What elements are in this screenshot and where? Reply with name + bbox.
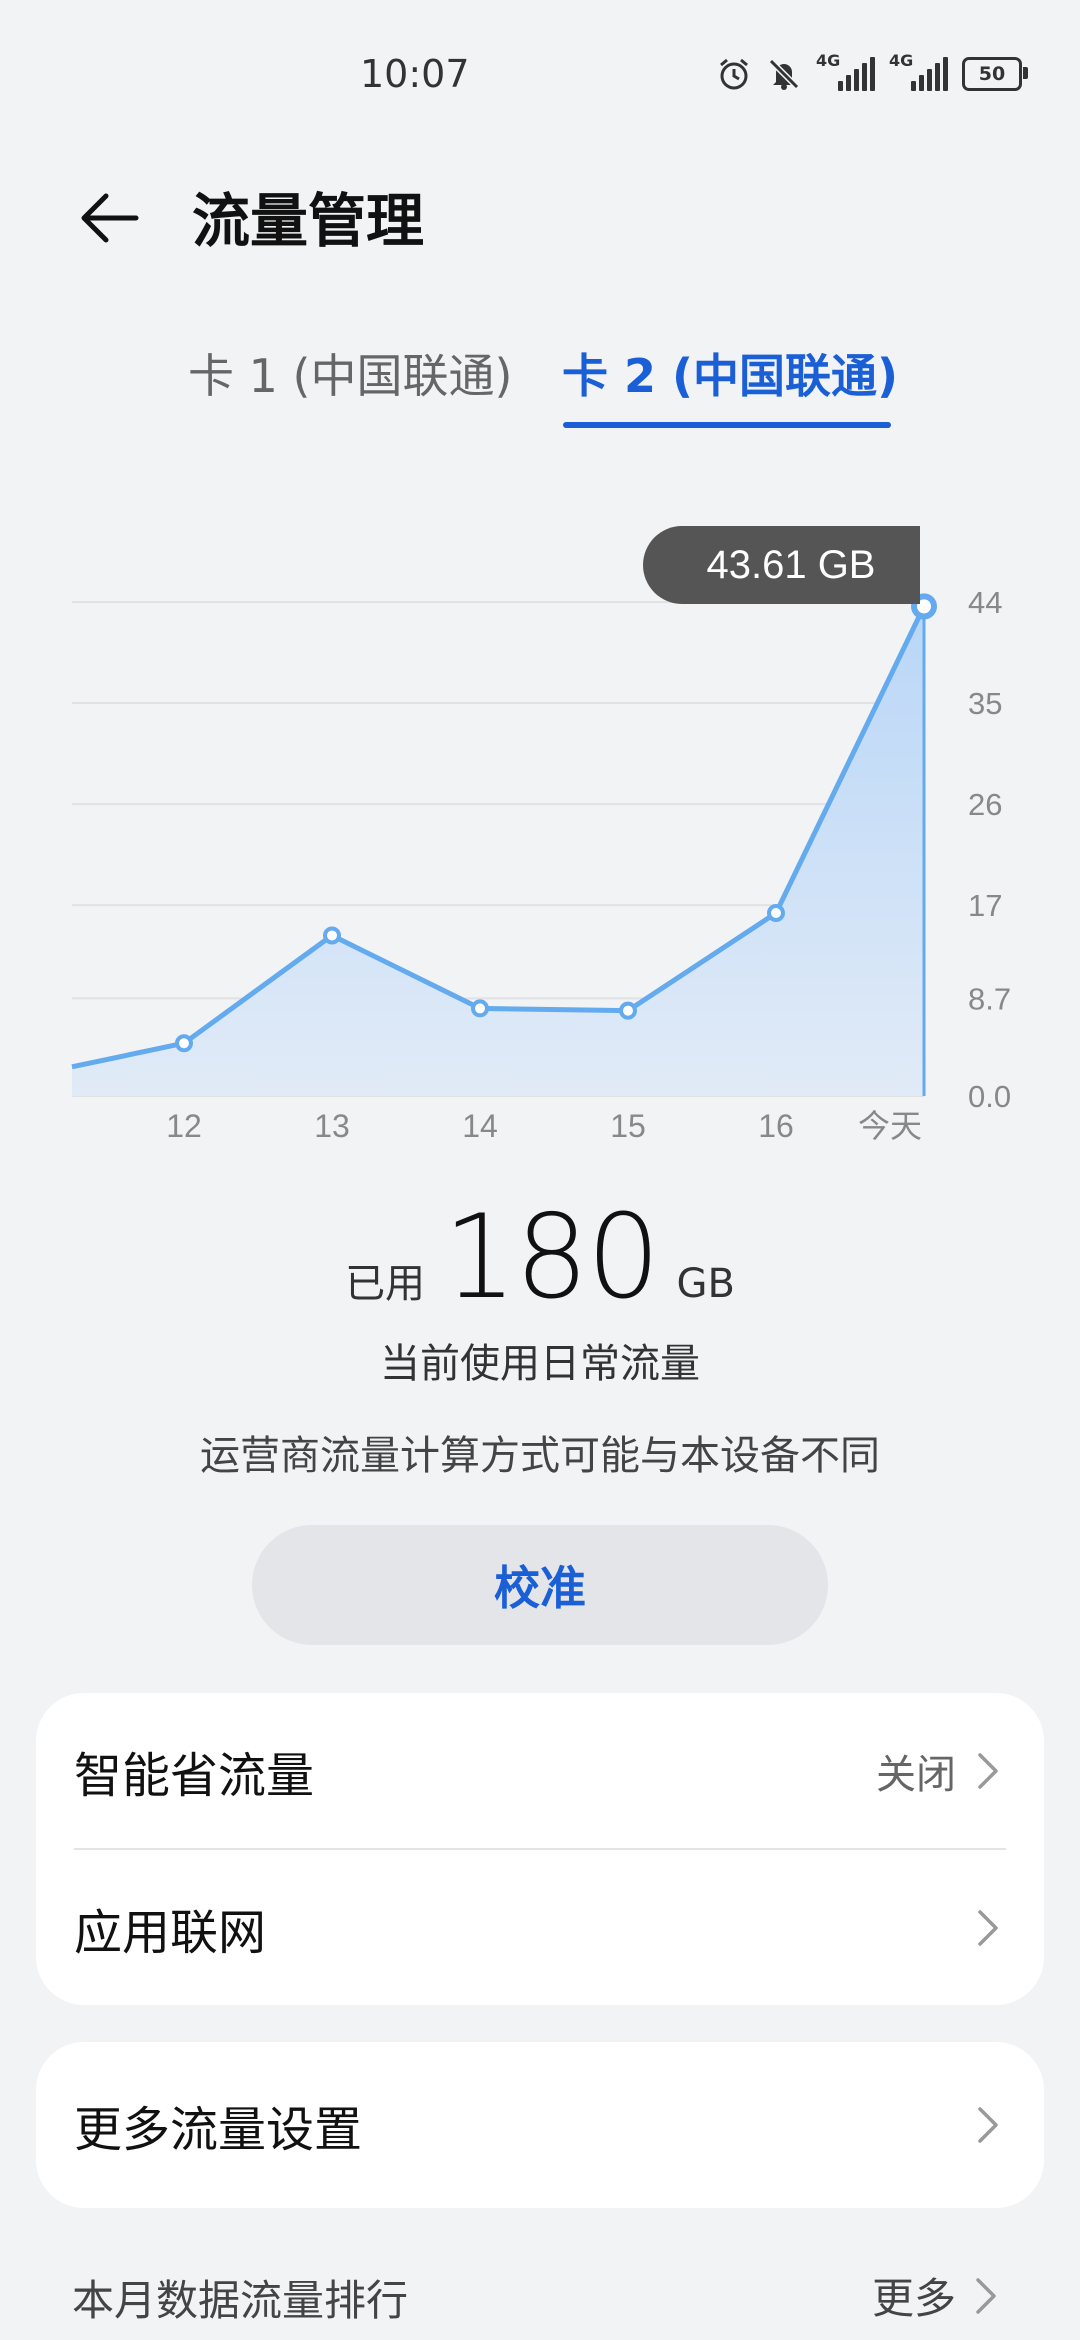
active-tab-indicator: [563, 422, 891, 428]
sim-tabs: 卡 1 (中国联通) 卡 2 (中国联通): [0, 340, 1080, 440]
page-title: 流量管理: [192, 187, 425, 255]
network-type: 4G: [889, 51, 914, 70]
alarm-icon: [720, 58, 748, 90]
y-tick-label: 44: [968, 585, 1002, 620]
smart-saver-row[interactable]: 智能省流量 关闭: [36, 1693, 1044, 1848]
data-point: [619, 1001, 637, 1020]
ranking-more-button[interactable]: 更多: [872, 2265, 1002, 2326]
signal-4g-icon: 4G: [889, 51, 948, 91]
network-type: 4G: [816, 51, 841, 70]
settings-card: 智能省流量 关闭 应用联网: [36, 1693, 1044, 2005]
chevron-right-icon: [976, 2277, 996, 2314]
smart-saver-value: 关闭: [876, 1751, 956, 1798]
app-network-row[interactable]: 应用联网: [36, 1850, 1044, 2005]
signal-4g-icon: 4G: [816, 51, 875, 91]
status-icons: 4G 4G 50: [716, 51, 1028, 92]
data-point: [323, 926, 341, 945]
usage-note: 运营商流量计算方式可能与本设备不同: [200, 1433, 880, 1479]
y-tick-label: 35: [968, 686, 1002, 721]
y-tick-label: 26: [968, 787, 1002, 822]
data-point: [767, 903, 785, 922]
usage-summary: 已用 180 GB 当前使用日常流量 运营商流量计算方式可能与本设备不同: [0, 1190, 1080, 1481]
x-tick-label: 12: [166, 1108, 202, 1144]
x-tick-label: 15: [610, 1108, 646, 1144]
y-tick-label: 0.0: [968, 1079, 1011, 1114]
usage-label: 已用: [345, 1261, 426, 1307]
app-network-label: 应用联网: [74, 1904, 267, 1961]
chevron-right-icon: [978, 1752, 998, 1789]
data-point: [175, 1034, 193, 1053]
status-time: 10:07: [360, 52, 470, 96]
calibrate-button[interactable]: 校准: [252, 1525, 828, 1645]
more-settings-row[interactable]: 更多流量设置: [36, 2042, 1044, 2208]
y-tick-label: 8.7: [968, 981, 1011, 1016]
ranking-more-label: 更多: [871, 2274, 956, 2323]
x-tick-label: 14: [462, 1108, 498, 1144]
area-fill: [72, 606, 924, 1096]
y-tick-label: 17: [968, 888, 1002, 923]
header: 流量管理: [0, 150, 1080, 280]
tab-sim-1[interactable]: 卡 1 (中国联通): [188, 340, 512, 406]
smart-saver-label: 智能省流量: [74, 1747, 315, 1804]
data-point: [471, 999, 489, 1018]
value-tooltip-label: 43.61 GB: [706, 543, 875, 587]
status-bar: 10:07 4G 4G 50: [0, 0, 1080, 150]
ranking-header: 本月数据流量排行 更多: [0, 2255, 1080, 2335]
mute-icon: [768, 58, 800, 90]
back-button[interactable]: [70, 178, 150, 258]
tab-sim-2[interactable]: 卡 2 (中国联通): [562, 340, 898, 406]
usage-chart: 44 35 26 17 8.7 0.0 12 13 14 15 16 今天 43.61 GB: [0, 490, 1080, 1170]
x-tick-label: 13: [314, 1108, 350, 1144]
usage-mode: 当前使用日常流量: [380, 1341, 700, 1387]
back-arrow-icon: [81, 193, 139, 243]
chevron-right-icon: [978, 1909, 998, 1946]
usage-value: 180: [443, 1190, 660, 1325]
more-settings-label: 更多流量设置: [74, 2102, 363, 2158]
battery-icon: 50: [962, 57, 1028, 91]
chevron-right-icon: [978, 2107, 998, 2143]
usage-unit: GB: [676, 1261, 735, 1307]
x-tick-label: 16: [758, 1108, 794, 1144]
more-settings-card: 更多流量设置: [36, 2042, 1044, 2208]
ranking-title: 本月数据流量排行: [72, 2276, 409, 2325]
x-tick-label: 今天: [858, 1108, 922, 1144]
usage-chart-svg: 44 35 26 17 8.7 0.0 12 13 14 15 16 今天 43.61 GB: [71, 526, 1011, 1144]
